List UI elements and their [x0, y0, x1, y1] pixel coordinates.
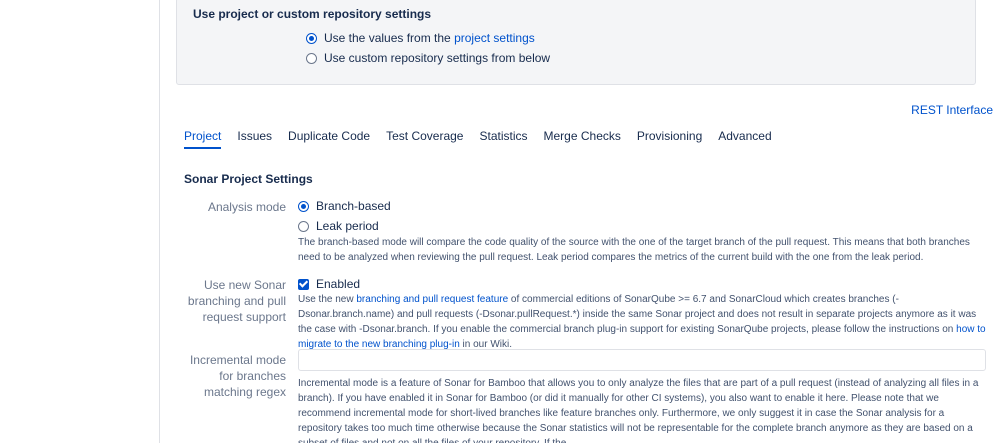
tab-statistics[interactable]: Statistics	[479, 129, 527, 149]
settings-tabs: Project Issues Duplicate Code Test Cover…	[184, 129, 788, 149]
use-project-settings-option[interactable]: Use the values from the project settings	[306, 31, 535, 45]
branch-based-radio[interactable]	[298, 200, 309, 212]
tab-advanced[interactable]: Advanced	[718, 129, 771, 149]
project-settings-link[interactable]: project settings	[454, 31, 535, 45]
use-custom-settings-radio[interactable]	[306, 52, 317, 64]
branching-feature-link[interactable]: branching and pull request feature	[356, 294, 508, 305]
tab-duplicate-code[interactable]: Duplicate Code	[288, 129, 370, 149]
tab-project[interactable]: Project	[184, 129, 222, 149]
sidebar-divider	[159, 0, 160, 443]
use-project-settings-label: Use the values from the	[324, 31, 455, 45]
tab-issues[interactable]: Issues	[237, 129, 272, 149]
leak-period-radio[interactable]	[298, 220, 309, 232]
sonar-branching-toggle[interactable]: Enabled	[298, 277, 360, 291]
repository-settings-panel: Use project or custom repository setting…	[176, 0, 976, 85]
section-title: Sonar Project Settings	[184, 172, 313, 186]
sonar-branching-desc-text-1: Use the new	[298, 294, 357, 305]
sonar-branching-checkbox-label: Enabled	[316, 277, 361, 291]
sonar-branching-checkbox[interactable]	[298, 278, 309, 290]
tab-test-coverage[interactable]: Test Coverage	[386, 129, 463, 149]
analysis-mode-description: The branch-based mode will compare the c…	[298, 237, 970, 263]
use-custom-settings-option[interactable]: Use custom repository settings from belo…	[306, 51, 550, 65]
sonar-branching-label: Use new Sonar branching and pull request…	[187, 278, 286, 324]
tab-provisioning[interactable]: Provisioning	[637, 129, 702, 149]
leak-period-option[interactable]: Leak period	[298, 219, 379, 233]
analysis-mode-label: Analysis mode	[207, 200, 286, 214]
rest-interface-link[interactable]: REST Interface	[911, 103, 993, 117]
leak-period-label: Leak period	[316, 219, 379, 233]
incremental-mode-label: Incremental mode for branches matching r…	[189, 353, 286, 399]
branch-based-option[interactable]: Branch-based	[298, 199, 391, 213]
repository-settings-title: Use project or custom repository setting…	[193, 7, 432, 21]
incremental-regex-input[interactable]	[298, 349, 986, 371]
incremental-mode-description: Incremental mode is a feature of Sonar f…	[298, 378, 979, 443]
use-project-settings-radio[interactable]	[306, 32, 317, 44]
use-custom-settings-label: Use custom repository settings from belo…	[324, 51, 551, 65]
tab-merge-checks[interactable]: Merge Checks	[544, 129, 621, 149]
branch-based-label: Branch-based	[316, 199, 391, 213]
sonar-branching-description: Use the new branching and pull request f…	[298, 292, 986, 352]
